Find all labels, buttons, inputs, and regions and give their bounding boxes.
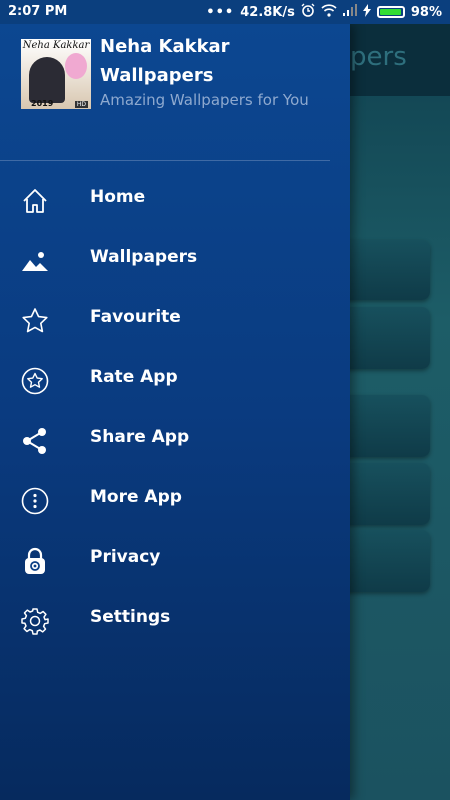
wifi-icon <box>321 3 337 21</box>
star-icon <box>21 307 49 335</box>
menu-item-settings[interactable]: Settings <box>0 590 350 650</box>
app-logo-figure <box>29 57 65 103</box>
gear-icon <box>21 607 49 635</box>
menu-item-label: Rate App <box>90 367 178 387</box>
menu-item-favourite[interactable]: Favourite <box>0 290 350 350</box>
image-icon <box>21 247 49 275</box>
menu-item-label: Wallpapers <box>90 247 198 267</box>
rate-star-circle-icon <box>21 367 49 395</box>
charging-icon <box>362 3 371 21</box>
status-icons: ••• 42.8K/s 98% <box>206 3 442 21</box>
menu-item-more-app[interactable]: More App <box>0 470 350 530</box>
background-app-title: pers <box>350 42 407 72</box>
menu-item-privacy[interactable]: Privacy <box>0 530 350 590</box>
menu-item-home[interactable]: Home <box>0 170 350 230</box>
app-logo-year: 2019 <box>31 99 54 108</box>
app-tagline: Amazing Wallpapers for You <box>100 91 309 109</box>
menu-item-share-app[interactable]: Share App <box>0 410 350 470</box>
privacy-lock-icon <box>21 547 49 575</box>
notification-dots: ••• <box>206 4 235 20</box>
network-speed: 42.8K/s <box>240 4 295 20</box>
drawer-header: Neha Kakkar 2019 HD Neha Kakkar Wallpape… <box>0 24 350 160</box>
menu-item-label: Privacy <box>90 547 161 567</box>
app-logo-balloons <box>65 53 87 79</box>
menu-item-label: More App <box>90 487 182 507</box>
more-vertical-icon <box>21 487 49 515</box>
menu-item-label: Home <box>90 187 146 207</box>
header-divider <box>0 160 330 161</box>
app-name: Neha Kakkar Wallpapers <box>100 36 230 86</box>
drawer-menu: Home Wallpapers Favourite Rate App Share… <box>0 170 350 650</box>
signal-icon <box>342 4 357 20</box>
share-icon <box>21 427 49 455</box>
menu-item-wallpapers[interactable]: Wallpapers <box>0 230 350 290</box>
battery-icon <box>376 6 405 18</box>
battery-fill <box>379 9 402 15</box>
app-logo-text: Neha Kakkar <box>22 40 90 51</box>
app-logo: Neha Kakkar 2019 HD <box>21 39 91 109</box>
status-bar: 2:07 PM ••• 42.8K/s 98% <box>0 0 450 24</box>
battery-percent: 98% <box>410 4 442 20</box>
app-logo-hd-badge: HD <box>74 101 88 108</box>
status-time: 2:07 PM <box>8 4 68 19</box>
home-icon <box>21 187 49 215</box>
menu-item-label: Favourite <box>90 307 181 327</box>
menu-item-label: Share App <box>90 427 190 447</box>
menu-item-label: Settings <box>90 607 171 627</box>
menu-item-rate-app[interactable]: Rate App <box>0 350 350 410</box>
alarm-icon <box>301 3 315 21</box>
navigation-drawer: Neha Kakkar 2019 HD Neha Kakkar Wallpape… <box>0 24 350 800</box>
